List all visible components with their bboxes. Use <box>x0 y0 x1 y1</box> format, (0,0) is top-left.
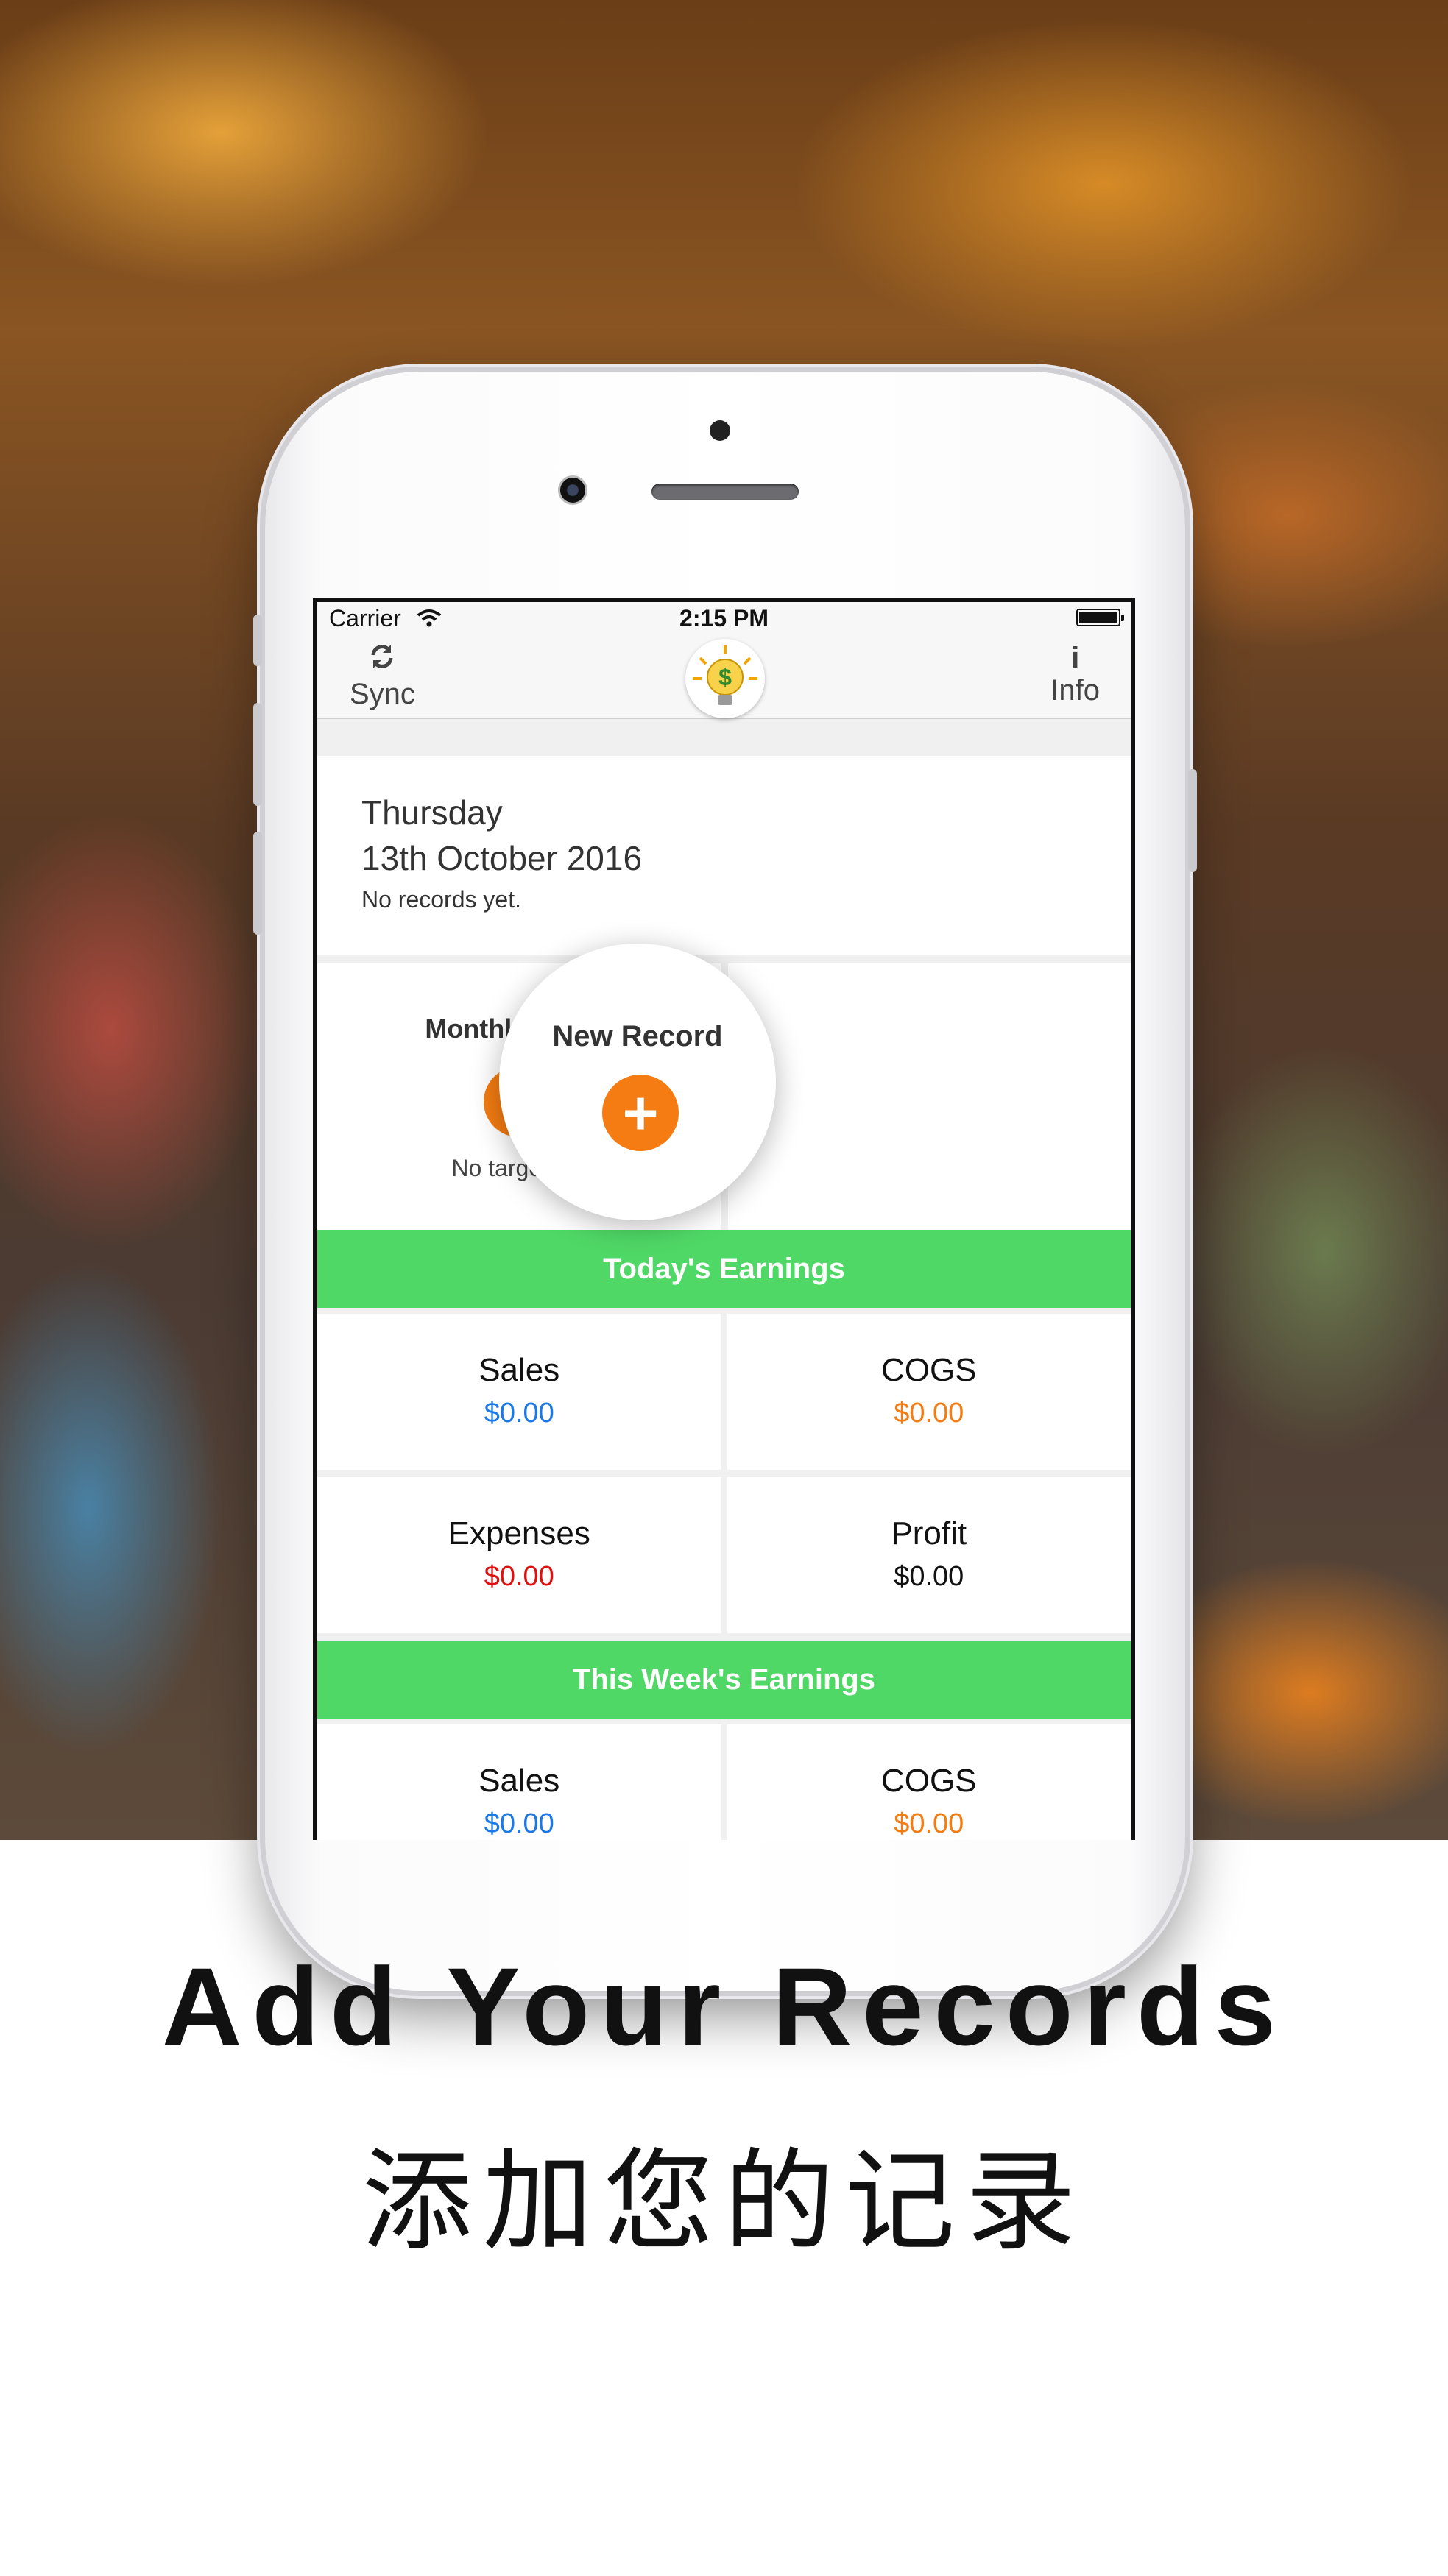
today-expenses: Expenses $0.00 <box>317 1477 721 1633</box>
plus-icon: + <box>602 1075 679 1151</box>
new-record-button[interactable]: New Record + <box>499 944 776 1220</box>
volume-down-button <box>253 832 262 935</box>
metric-label: Sales <box>478 1763 560 1799</box>
earpiece-speaker <box>651 484 799 500</box>
lightbulb-dollar-logo: $ <box>685 639 765 718</box>
new-record-tile <box>728 963 1131 1230</box>
battery-icon <box>1076 609 1124 626</box>
metric-value: $0.00 <box>894 1398 964 1429</box>
svg-text:$: $ <box>718 664 732 690</box>
today-sales: Sales $0.00 <box>317 1314 721 1470</box>
metric-value: $0.00 <box>484 1398 554 1429</box>
sync-button[interactable]: Sync <box>350 642 415 711</box>
today-cogs: COGS $0.00 <box>727 1314 1131 1470</box>
metric-row: Sales $0.00 COGS $0.00 <box>317 1724 1131 1840</box>
metric-label: Expenses <box>448 1515 590 1551</box>
front-camera <box>558 475 587 505</box>
metric-value: $0.00 <box>894 1561 964 1592</box>
metric-value: $0.00 <box>484 1561 554 1592</box>
status-time: 2:15 PM <box>679 605 769 631</box>
app-screen: Carrier 2:15 PM Sync $ i Info Thursday 1… <box>313 598 1135 1840</box>
metric-row: Expenses $0.00 Profit $0.00 <box>317 1477 1131 1633</box>
power-button <box>1188 769 1197 872</box>
date-label: 13th October 2016 <box>361 839 643 877</box>
records-note: No records yet. <box>361 886 521 913</box>
mute-switch <box>253 615 262 666</box>
weeks-earnings-header: This Week's Earnings <box>317 1641 1131 1719</box>
refresh-icon <box>350 642 415 678</box>
info-label: Info <box>1050 674 1100 707</box>
metric-label: COGS <box>880 1352 977 1388</box>
proximity-sensor <box>710 420 730 441</box>
volume-up-button <box>253 703 262 806</box>
metric-label: COGS <box>880 1763 977 1799</box>
todays-earnings-header: Today's Earnings <box>317 1230 1131 1308</box>
caption-english: Add Your Records <box>162 1945 1286 2068</box>
nav-bar: Sync $ i Info <box>317 633 1131 719</box>
info-icon: i <box>1071 642 1080 674</box>
caption-chinese: 添加您的记录 <box>361 2140 1087 2263</box>
metric-label: Sales <box>478 1352 560 1388</box>
date-card: Thursday 13th October 2016 No records ye… <box>317 756 1131 955</box>
status-bar: Carrier 2:15 PM <box>317 602 1131 633</box>
day-label: Thursday <box>361 793 503 832</box>
metric-row: Sales $0.00 COGS $0.00 <box>317 1314 1131 1470</box>
today-profit: Profit $0.00 <box>727 1477 1131 1633</box>
new-record-title: New Record <box>552 1020 723 1052</box>
week-cogs: COGS $0.00 <box>727 1724 1131 1840</box>
metric-label: Profit <box>891 1515 967 1551</box>
todays-earnings-grid: Sales $0.00 COGS $0.00 Expenses $0.00 Pr… <box>317 1314 1131 1633</box>
spacer <box>317 719 1131 756</box>
sync-label: Sync <box>350 678 415 710</box>
info-button[interactable]: i Info <box>1050 642 1100 707</box>
metric-value: $0.00 <box>894 1808 964 1839</box>
metric-value: $0.00 <box>484 1808 554 1839</box>
week-sales: Sales $0.00 <box>317 1724 721 1840</box>
